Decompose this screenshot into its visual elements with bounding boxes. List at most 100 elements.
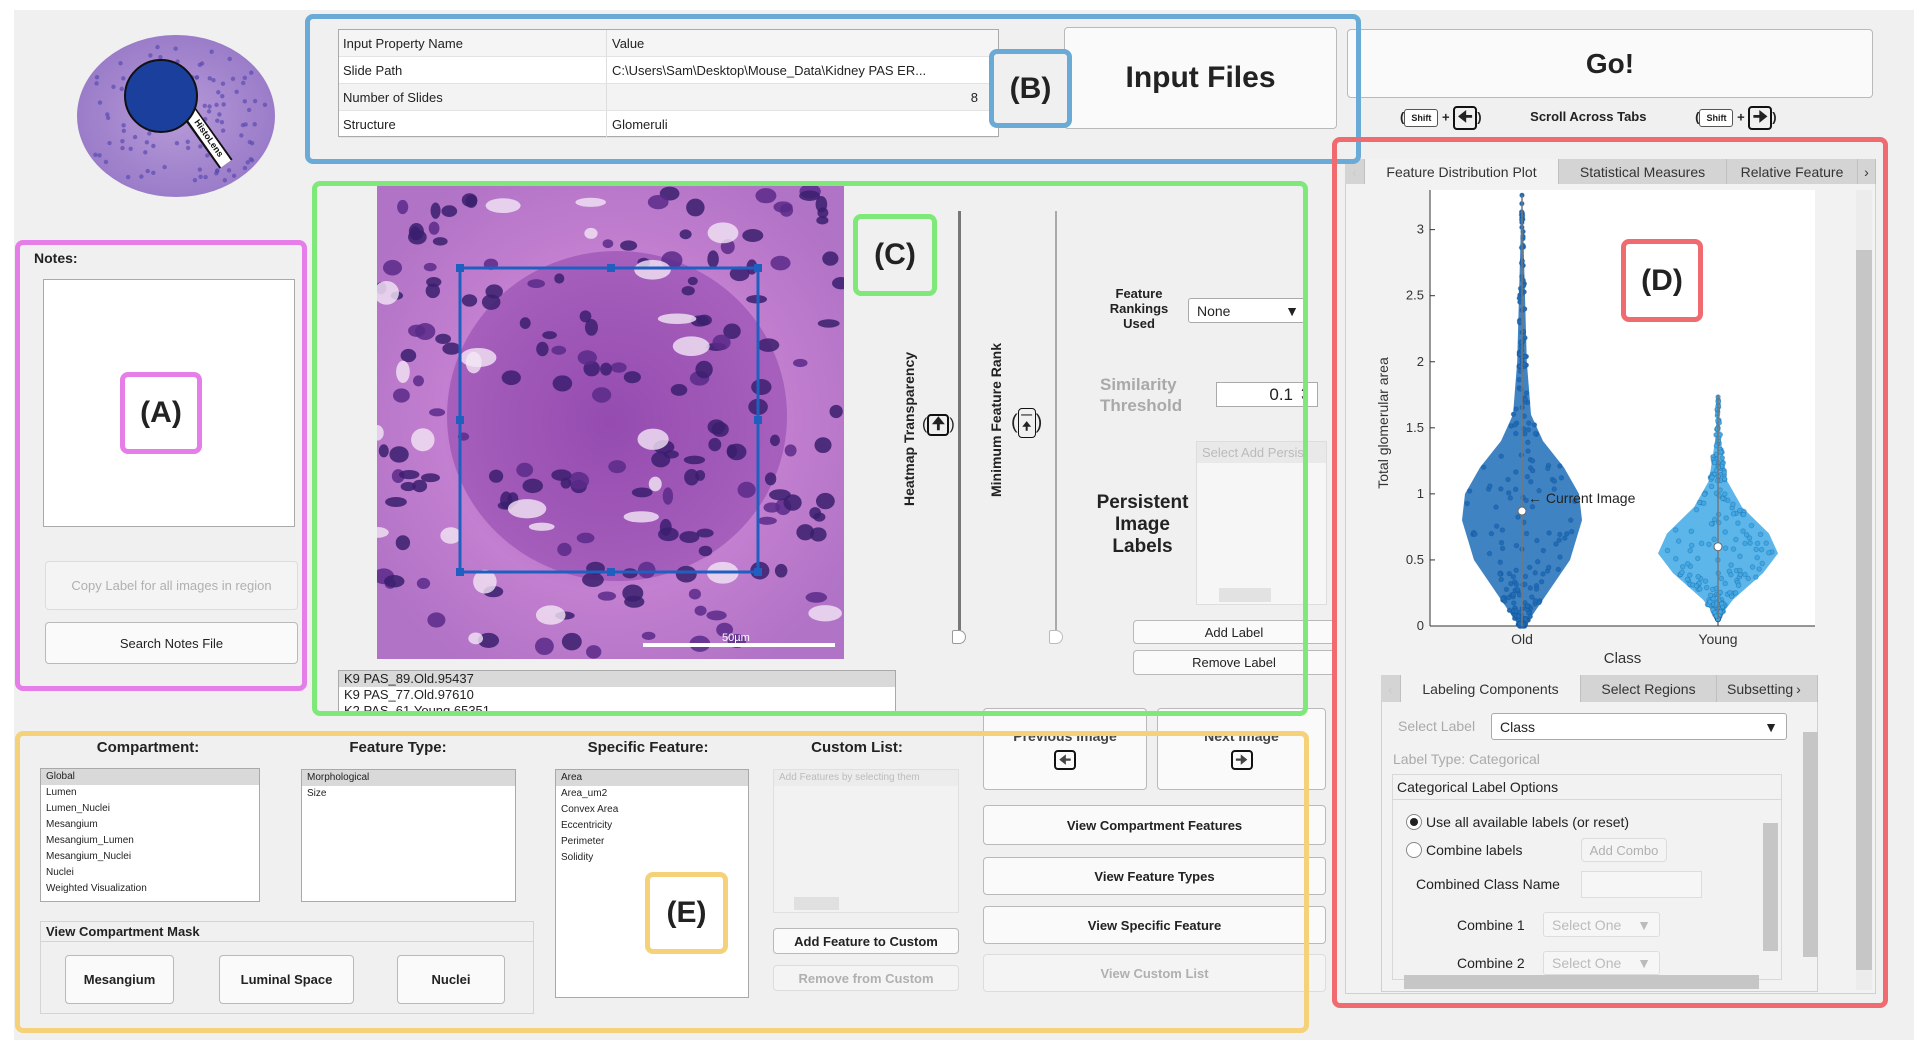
data-point [1746, 535, 1753, 541]
minimum-feature-rank-slider[interactable] [1055, 211, 1057, 637]
table-row[interactable]: Structure Glomeruli [339, 111, 998, 138]
tab-subsetting[interactable]: Subsetting › [1717, 675, 1818, 702]
list-item[interactable]: Mesangium_Nuclei [41, 849, 259, 865]
data-point [1706, 541, 1712, 548]
add-feature-to-custom-button[interactable]: Add Feature to Custom [773, 928, 959, 954]
previous-image-button[interactable]: Previous Image 🠈 [983, 708, 1147, 790]
next-image-button[interactable]: Next Image 🠊 [1157, 708, 1326, 790]
slider-thumb[interactable] [952, 630, 966, 644]
tab-statistical-measures[interactable]: Statistical Measures [1559, 159, 1727, 184]
persistent-labels-placeholder: Select Add Persist [1197, 442, 1326, 463]
data-point [1510, 411, 1517, 418]
feature-distribution-plot[interactable]: 0 0.5 1 1.5 2 2.5 3 Old Young Class Total glomerul… [1370, 185, 1850, 675]
view-custom-list-button[interactable]: View Custom List [983, 954, 1326, 992]
list-item[interactable]: Mesangium_Lumen [41, 833, 259, 849]
histology-image[interactable]: 50µm [377, 186, 844, 659]
remove-label-button[interactable]: Remove Label [1133, 650, 1335, 675]
list-item[interactable]: Mesangium [41, 817, 259, 833]
data-point [1684, 561, 1691, 567]
radio-use-all-labels[interactable]: Use all available labels (or reset) [1406, 814, 1629, 830]
input-files-button[interactable]: Input Files [1064, 27, 1337, 129]
nuclei-mask-button[interactable]: Nuclei [397, 955, 505, 1004]
annotation-label-a: (A) [120, 372, 202, 454]
list-item[interactable]: Morphological [302, 770, 515, 786]
horizontal-scrollbar[interactable] [794, 897, 839, 910]
radio-combine-labels[interactable]: Combine labels [1406, 842, 1523, 858]
view-feature-types-button[interactable]: View Feature Types [983, 857, 1326, 895]
feature-rankings-dropdown[interactable]: None ▼ [1188, 298, 1308, 323]
tab-labeling-components[interactable]: Labeling Components [1401, 675, 1581, 702]
plot-vertical-scrollbar[interactable] [1856, 190, 1872, 990]
data-point [1735, 520, 1741, 526]
tab-relative-feature[interactable]: Relative Feature [1727, 159, 1858, 184]
add-combo-button[interactable]: Add Combo [1581, 838, 1667, 862]
view-compartment-features-button[interactable]: View Compartment Features [983, 805, 1326, 845]
combined-class-name-input[interactable] [1581, 871, 1702, 898]
heatmap-transparency-label: Heatmap Transparency [901, 351, 917, 507]
combine-1-label: Combine 1 [1457, 917, 1525, 933]
list-item[interactable]: Area_um2 [556, 786, 748, 802]
labeling-horizontal-scrollbar[interactable] [1404, 975, 1759, 989]
data-point [1758, 546, 1765, 553]
slider-thumb[interactable] [1049, 630, 1063, 644]
data-point [1753, 574, 1759, 580]
list-item[interactable]: Area [556, 770, 748, 786]
select-label-dropdown[interactable]: Class ▼ [1491, 713, 1787, 740]
list-item[interactable]: Eccentricity [556, 818, 748, 834]
luminal-space-mask-button[interactable]: Luminal Space [219, 955, 354, 1004]
mesangium-mask-button[interactable]: Mesangium [65, 955, 174, 1004]
data-point [1711, 536, 1717, 543]
list-item[interactable]: K2 PAS_61.Young.65351 [339, 703, 895, 713]
combine-2-dropdown[interactable]: Select One ▼ [1543, 951, 1660, 975]
data-point [1538, 578, 1545, 585]
spinner-arrows-icon[interactable]: ▲ ▼ [1300, 384, 1308, 404]
data-point [1568, 528, 1575, 535]
y-tick-label: 2.5 [1406, 288, 1424, 303]
list-item[interactable]: Perimeter [556, 834, 748, 850]
data-point [1486, 550, 1493, 557]
remove-from-custom-button[interactable]: Remove from Custom [773, 965, 959, 991]
table-row[interactable]: Number of Slides 8 [339, 84, 998, 111]
arrow-right-key-icon: 🠊 [1230, 750, 1253, 770]
list-item[interactable]: Weighted Visualization [41, 881, 259, 897]
custom-list[interactable]: Add Features by selecting them [773, 769, 959, 913]
data-point [1730, 501, 1736, 508]
list-item[interactable]: Convex Area [556, 802, 748, 818]
dropdown-arrow-icon: ▼ [1637, 916, 1651, 933]
data-point [1557, 531, 1563, 538]
search-notes-button[interactable]: Search Notes File [45, 622, 298, 664]
compartment-list[interactable]: Global Lumen Lumen_Nuclei Mesangium Mesangiu… [40, 768, 260, 902]
list-item[interactable]: K9 PAS_77.Old.97610 [339, 687, 895, 703]
tab-scroll-right-icon[interactable]: › [1858, 159, 1876, 184]
persistent-labels-list[interactable]: Select Add Persist [1196, 441, 1327, 605]
horizontal-scrollbar[interactable] [1219, 588, 1271, 602]
data-point [1708, 521, 1715, 527]
list-item[interactable]: Global [41, 769, 259, 785]
y-tick-label: 0 [1417, 618, 1424, 633]
tab-feature-distribution-plot[interactable]: Feature Distribution Plot [1365, 159, 1559, 184]
median-marker [1713, 542, 1723, 552]
go-button[interactable]: Go! [1347, 29, 1873, 98]
tab-select-regions[interactable]: Select Regions [1581, 675, 1717, 702]
list-item[interactable]: Solidity [556, 850, 748, 866]
labeling-vertical-scrollbar[interactable] [1803, 732, 1818, 957]
list-item[interactable]: K9 PAS_89.Old.95437 [339, 671, 895, 687]
options-vertical-scrollbar[interactable] [1763, 823, 1778, 951]
tab-label: Subsetting [1727, 680, 1794, 697]
list-item[interactable]: Lumen_Nuclei [41, 801, 259, 817]
view-specific-feature-button[interactable]: View Specific Feature [983, 906, 1326, 944]
input-properties-table[interactable]: Input Property Name Value Slide Path C:\Us… [338, 29, 999, 138]
tab-scroll-left-icon[interactable]: ‹ [1381, 675, 1401, 702]
list-item[interactable]: Lumen [41, 785, 259, 801]
tab-scroll-right-icon[interactable]: › [1796, 681, 1801, 697]
table-row[interactable]: Slide Path C:\Users\Sam\Desktop\Mouse_Dat… [339, 57, 998, 84]
list-item[interactable]: Nuclei [41, 865, 259, 881]
add-label-button[interactable]: Add Label [1133, 620, 1335, 644]
feature-type-list[interactable]: Morphological Size [301, 769, 516, 902]
combine-1-dropdown[interactable]: Select One ▼ [1543, 912, 1660, 937]
image-list[interactable]: K9 PAS_89.Old.95437 K9 PAS_77.Old.97610 … [338, 670, 896, 714]
heatmap-transparency-slider[interactable] [958, 211, 961, 637]
tab-scroll-left-icon[interactable]: ‹ [1345, 159, 1365, 184]
copy-label-button[interactable]: Copy Label for all images in region [45, 561, 298, 610]
list-item[interactable]: Size [302, 786, 515, 802]
